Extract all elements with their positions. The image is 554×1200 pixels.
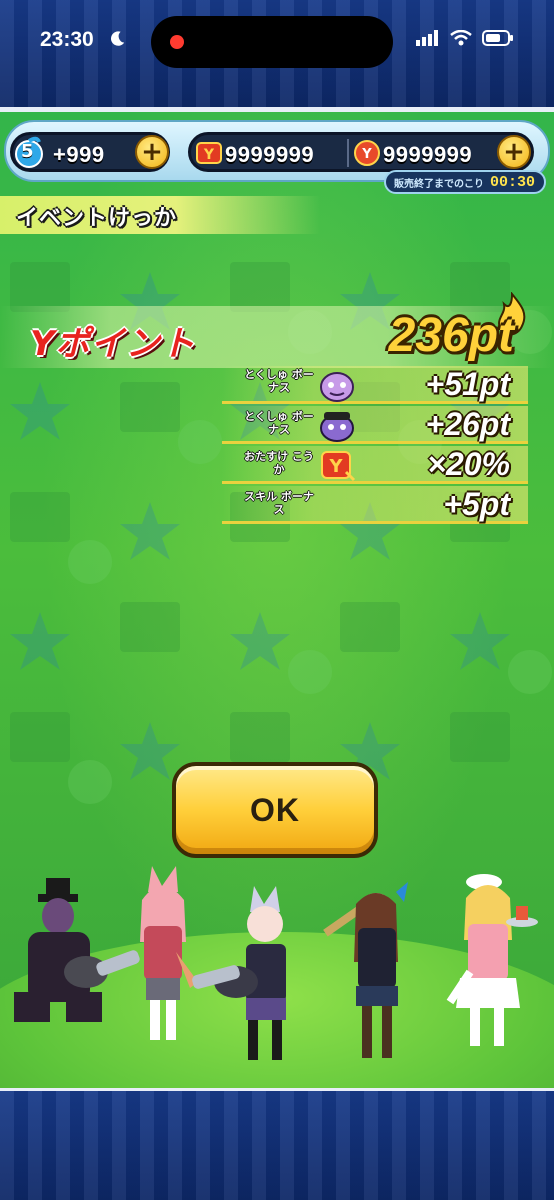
bonus-label: スキル ボーナス (244, 490, 314, 516)
stamina-level: 5 (21, 141, 34, 162)
character-lineup (0, 852, 554, 1088)
svg-text:Y: Y (328, 456, 343, 477)
bonus-value: +51pt (425, 366, 510, 402)
wifi-icon (450, 30, 472, 46)
bonus-value: +26pt (425, 406, 510, 442)
stamina-pill: 5 +999 + (10, 132, 170, 172)
timer-label: 販売終了までのこり (394, 178, 484, 190)
bonus-label: とくしゅ ボーナス (244, 410, 314, 436)
status-time: 23:30 (40, 28, 94, 51)
moon-icon (111, 31, 125, 46)
assist-effect-icon: Y (321, 451, 356, 482)
character-4 (323, 882, 408, 1058)
money-pill: Y 9999999 Y 9999999 + (188, 132, 534, 172)
svg-text:Y: Y (361, 147, 372, 162)
ok-button[interactable]: OK (172, 762, 378, 858)
game-screen: 5 +999 + Y 9999999 Y 9999999 + 販売終了までのこり… (0, 112, 554, 1088)
special-bonus-icon-2 (320, 412, 354, 442)
character-3 (192, 886, 286, 1060)
bonus-label: とくしゅ ボーナス (244, 368, 314, 394)
svg-text:Y: Y (203, 147, 215, 163)
ymoney-value: 9999999 (225, 142, 315, 167)
ypoint-total: 236pt (388, 309, 514, 362)
page-title: イベントけっか (16, 206, 178, 231)
bonus-value: ×20% (427, 446, 510, 482)
sale-timer: 販売終了までのこり 00:30 (384, 170, 546, 194)
ymoney-icon: Y (196, 142, 222, 164)
bonus-label: おたすけ こうか (244, 450, 314, 476)
character-5 (446, 874, 538, 1046)
characters-illustration (14, 866, 538, 1060)
add-currency-button[interactable]: + (497, 135, 531, 169)
dynamic-island (151, 16, 393, 68)
bottom-frame (0, 1088, 554, 1200)
ypoint-label: Yポイント (30, 324, 196, 364)
signal-icon (416, 30, 438, 46)
character-2 (140, 866, 198, 1040)
ypoints-value: 9999999 (383, 142, 473, 167)
ypoint-coin-icon: Y (354, 140, 380, 166)
timer-value: 00:30 (490, 173, 536, 191)
battery-icon (482, 30, 513, 46)
ok-button-label: OK (250, 791, 300, 828)
add-stamina-button[interactable]: + (135, 135, 169, 169)
character-1 (14, 878, 140, 1022)
recording-dot-icon (170, 35, 184, 49)
bonus-value: +5pt (443, 486, 510, 522)
stamina-count: +999 (53, 142, 105, 167)
status-bar: 23:30 (0, 0, 554, 80)
special-bonus-icon-1 (320, 372, 354, 402)
